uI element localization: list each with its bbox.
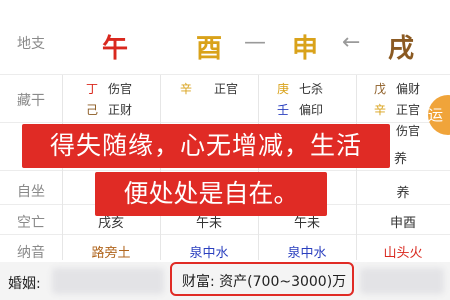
- ten-god: 伤官: [396, 124, 421, 138]
- branch-char: 申: [292, 34, 319, 64]
- nayin-value: 泉中水: [189, 246, 229, 261]
- hidden-stem-item: 伤官: [396, 122, 420, 139]
- hidden-stems-label: 藏干: [17, 93, 45, 109]
- partial-cell: 养: [394, 152, 408, 167]
- bottom-bar: 婚姻: 财富: 资产(700~3000)万: [0, 262, 450, 300]
- marriage-label: 婚姻:: [8, 276, 41, 292]
- self-seat-value: 养: [396, 186, 410, 201]
- void-label: 空亡: [17, 215, 45, 231]
- ten-god: 偏财: [396, 82, 421, 96]
- quote-banner-line1: 得失随缘，心无增减，生活: [22, 124, 390, 168]
- ten-god: 伤官: [108, 82, 133, 96]
- wealth-text: 财富: 资产(700~3000)万: [182, 274, 347, 290]
- void-value: 申酉: [389, 216, 416, 231]
- ten-god: 正财: [108, 103, 133, 117]
- fortune-badge-button[interactable]: 运: [428, 95, 450, 135]
- row-divider: [0, 170, 450, 171]
- hidden-stem-item: 辛 正官: [180, 80, 238, 97]
- nayin-label: 纳音: [17, 245, 45, 261]
- ten-god: 偏印: [299, 103, 324, 117]
- branch-char: 酉: [196, 34, 223, 64]
- branch-char: 午: [102, 34, 129, 64]
- hidden-stem-item: 壬偏印: [277, 101, 323, 118]
- ten-god: 正官: [214, 82, 239, 96]
- hidden-stem-item: 庚七杀: [277, 80, 323, 97]
- branches-label: 地支: [17, 36, 45, 52]
- ten-god: 正官: [396, 103, 421, 117]
- stem-char: 庚: [277, 82, 290, 96]
- blurred-marriage-value[interactable]: [52, 268, 164, 294]
- stem-char: 辛: [180, 82, 193, 96]
- stem-char: 壬: [277, 103, 290, 117]
- ten-god: 七杀: [299, 82, 324, 96]
- stem-char: 丁: [86, 82, 99, 96]
- hidden-stem-item: 辛正官: [374, 101, 420, 118]
- row-divider: [0, 122, 450, 123]
- hidden-stem-item: 丁伤官: [86, 80, 132, 97]
- branch-char: 戌: [388, 34, 415, 64]
- nayin-value: 泉中水: [287, 246, 327, 261]
- hidden-stem-item: 己正财: [86, 101, 132, 118]
- dash-symbol: —: [244, 30, 266, 55]
- hidden-stem-item: 戊偏财: [374, 80, 420, 97]
- nayin-value: 山头火: [383, 246, 423, 261]
- stem-char: 己: [86, 103, 99, 117]
- wealth-highlight-box[interactable]: 财富: 资产(700~3000)万: [170, 262, 354, 296]
- nayin-value: 路旁土: [91, 246, 131, 261]
- quote-banner-line2: 便处处是自在。: [95, 172, 327, 216]
- arrow-left-icon: ←: [342, 30, 361, 55]
- row-divider: [0, 74, 450, 75]
- stem-char: 戊: [374, 82, 387, 96]
- blurred-extra-value[interactable]: [360, 268, 444, 294]
- row-divider: [0, 234, 450, 235]
- stem-char: 辛: [374, 103, 387, 117]
- self-seat-label: 自坐: [17, 184, 45, 200]
